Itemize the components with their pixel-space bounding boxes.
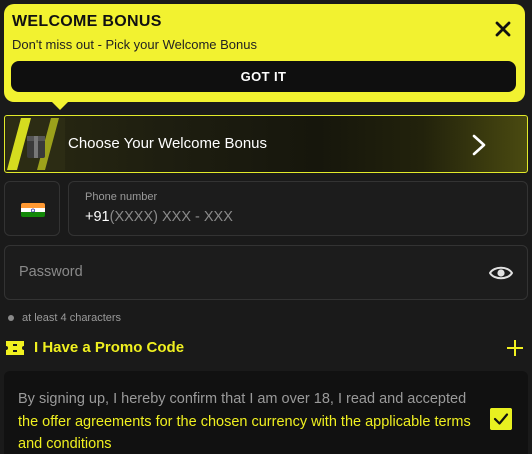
password-field[interactable] <box>4 245 528 300</box>
promo-code-label: I Have a Promo Code <box>34 339 185 356</box>
got-it-button[interactable]: GOT IT <box>11 61 516 92</box>
password-hint-text: at least 4 characters <box>22 312 122 324</box>
chevron-right-icon <box>472 134 486 156</box>
phone-country-code: +91 <box>85 209 110 225</box>
password-input[interactable] <box>19 264 459 280</box>
phone-input[interactable] <box>109 209 410 225</box>
phone-field[interactable]: Phone number +91 <box>68 181 528 236</box>
welcome-bonus-tooltip: WELCOME BONUS Don't miss out - Pick your… <box>4 4 525 102</box>
terms-agreement: By signing up, I hereby confirm that I a… <box>4 371 528 454</box>
bonus-gift-icon <box>7 118 65 170</box>
plus-icon[interactable] <box>506 339 524 357</box>
terms-checkbox[interactable] <box>490 408 512 430</box>
eye-icon[interactable] <box>489 264 513 282</box>
terms-text: By signing up, I hereby confirm that I a… <box>18 388 478 454</box>
india-flag-icon <box>21 203 45 217</box>
ticket-icon <box>6 341 24 355</box>
terms-link[interactable]: the offer agreements for the chosen curr… <box>18 414 471 453</box>
terms-plain-text: By signing up, I hereby confirm that I a… <box>18 391 467 407</box>
tooltip-title: WELCOME BONUS <box>12 13 162 30</box>
choose-welcome-bonus-button[interactable]: Choose Your Welcome Bonus <box>4 115 528 173</box>
tooltip-subtitle: Don't miss out - Pick your Welcome Bonus <box>12 37 257 52</box>
phone-caption: Phone number <box>85 191 158 203</box>
bonus-label: Choose Your Welcome Bonus <box>68 135 268 152</box>
promo-code-toggle[interactable]: I Have a Promo Code <box>4 334 528 362</box>
tooltip-pointer <box>48 98 72 110</box>
close-icon[interactable] <box>494 20 512 38</box>
hint-dot <box>8 315 14 321</box>
password-hint: at least 4 characters <box>8 312 121 324</box>
country-selector[interactable] <box>4 181 60 236</box>
